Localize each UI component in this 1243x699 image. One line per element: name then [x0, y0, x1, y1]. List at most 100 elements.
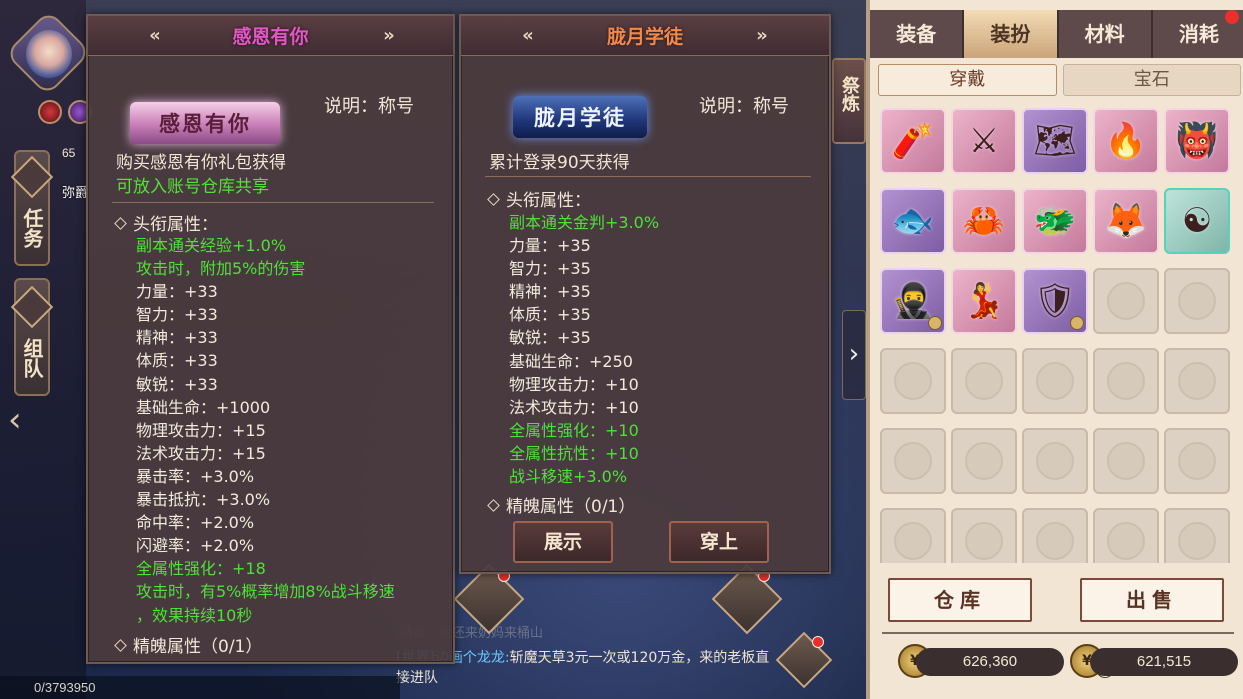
- attribute-row: 力量：+33: [136, 282, 218, 302]
- description-label: 说明：称号: [324, 96, 414, 117]
- lock-icon: [1070, 316, 1084, 330]
- attribute-row: 全属性强化：+18: [136, 559, 266, 579]
- obtain-method: 购买感恩有你礼包获得: [116, 153, 286, 173]
- warrior-costume-icon: 🥷: [891, 281, 935, 321]
- inventory-subtabs: 穿戴 宝石: [878, 64, 1241, 98]
- fox-spirit-icon: 🦊: [1104, 201, 1148, 241]
- diamond-bullet-icon: [114, 638, 127, 652]
- attribute-row: 物理攻击力：+10: [509, 374, 639, 394]
- empty-inventory-slot[interactable]: [1164, 508, 1230, 563]
- buff-icon[interactable]: [38, 100, 62, 124]
- notification-dot: [812, 636, 824, 648]
- inventory-slot[interactable]: 👹: [1164, 108, 1230, 174]
- attribute-row: 法术攻击力：+15: [136, 443, 266, 463]
- attribute-row: 精神：+35: [509, 282, 591, 302]
- inventory-slot[interactable]: 🦀: [951, 188, 1017, 254]
- sword-icon: ⚔: [968, 121, 1000, 161]
- inventory-slot[interactable]: 🦊: [1093, 188, 1159, 254]
- empty-inventory-slot[interactable]: [1093, 348, 1159, 414]
- divider: [112, 202, 434, 203]
- subtab-wear[interactable]: 穿戴: [878, 64, 1057, 96]
- inventory-slot[interactable]: 💃: [951, 268, 1017, 334]
- empty-inventory-slot[interactable]: [1164, 428, 1230, 494]
- tab-materials[interactable]: 材料: [1058, 10, 1153, 58]
- inventory-slot[interactable]: ☯: [1164, 188, 1230, 254]
- inventory-slot[interactable]: 🔥: [1093, 108, 1159, 174]
- diamond-bullet-icon: [487, 498, 500, 512]
- attribute-row: 精神：+33: [136, 328, 218, 348]
- status-bar: 0/3793950: [0, 676, 400, 699]
- silver-amount: 621,515: [1090, 648, 1238, 676]
- refine-tab[interactable]: 祭炼: [832, 58, 866, 144]
- gold-amount: 626,360: [916, 648, 1064, 676]
- show-button[interactable]: 展示: [513, 521, 613, 563]
- team-tab-label: 组队: [20, 338, 44, 378]
- inventory-slot[interactable]: 🗺: [1022, 108, 1088, 174]
- oni-mask-icon: 👹: [1175, 121, 1219, 161]
- inventory-slot[interactable]: 🥷: [880, 268, 946, 334]
- empty-inventory-slot[interactable]: [951, 508, 1017, 563]
- attribute-row: 暴击率：+3.0%: [136, 466, 255, 486]
- attribute-row: 物理攻击力：+15: [136, 420, 266, 440]
- empty-inventory-slot[interactable]: [951, 428, 1017, 494]
- quest-tab[interactable]: 任务: [10, 150, 54, 266]
- attribute-row: 基础生命：+250: [509, 351, 633, 371]
- empty-inventory-slot[interactable]: [1093, 268, 1159, 334]
- empty-inventory-slot[interactable]: [951, 348, 1017, 414]
- empty-inventory-slot[interactable]: [1022, 348, 1088, 414]
- attribute-row: ，效果持续10秒: [136, 605, 253, 625]
- empty-inventory-slot[interactable]: [1022, 428, 1088, 494]
- collapse-arrow-icon[interactable]: ‹: [8, 400, 34, 440]
- inventory-slot[interactable]: 🐲: [1022, 188, 1088, 254]
- attribute-row: 暴击抵抗：+3.0%: [136, 490, 271, 510]
- soul-section-title: 精魄属性（0/1）: [487, 492, 635, 517]
- expand-arrow-icon[interactable]: ›: [842, 310, 866, 400]
- inventory-slot[interactable]: ⚔: [951, 108, 1017, 174]
- player-avatar[interactable]: [26, 30, 72, 78]
- team-flag-icon: [10, 285, 54, 329]
- lock-icon: [928, 316, 942, 330]
- title-tooltip-left: « 感恩有你 » 感恩有你 说明：称号 购买感恩有你礼包获得 可放入账号仓库共享…: [86, 14, 455, 664]
- sell-button[interactable]: 出售: [1080, 578, 1224, 622]
- attribute-section-label: 头衔属性：: [133, 215, 218, 235]
- tooltip-header: « 胧月学徒 »: [461, 16, 829, 56]
- yin-orb-icon: ☯: [1181, 201, 1213, 241]
- empty-inventory-slot[interactable]: [880, 348, 946, 414]
- inventory-panel: 装备 装扮 材料 消耗 穿戴 宝石 🧨 ⚔ 🗺 🔥 👹 🐟 🦀 🐲 🦊 ☯ 🥷 💃 🛡 仓库 出售 ¥ …: [866, 0, 1243, 699]
- player-name: 弥爵: [62, 186, 89, 201]
- warehouse-button[interactable]: 仓库: [888, 578, 1032, 622]
- wear-button[interactable]: 穿上: [669, 521, 769, 563]
- diamond-bullet-icon: [114, 216, 127, 230]
- refine-tab-label: 祭炼: [839, 76, 860, 112]
- empty-inventory-slot[interactable]: [1093, 508, 1159, 563]
- inventory-slot[interactable]: 🐟: [880, 188, 946, 254]
- subtab-gems[interactable]: 宝石: [1062, 64, 1241, 96]
- tab-costume[interactable]: 装扮: [964, 10, 1059, 58]
- attribute-row: 体质：+35: [509, 305, 591, 325]
- attribute-row: 敏锐：+33: [136, 374, 218, 394]
- title-banner: 胧月学徒: [513, 96, 647, 138]
- empty-inventory-slot[interactable]: [1164, 268, 1230, 334]
- inventory-tabs: 装备 装扮 材料 消耗: [870, 10, 1243, 58]
- attribute-row: 战斗移速+3.0%: [509, 467, 628, 487]
- quest-tab-label: 任务: [20, 208, 44, 248]
- empty-inventory-slot[interactable]: [880, 428, 946, 494]
- empty-inventory-slot[interactable]: [1022, 508, 1088, 563]
- empty-inventory-slot[interactable]: [1093, 428, 1159, 494]
- empty-inventory-slot[interactable]: [880, 508, 946, 563]
- team-tab[interactable]: 组队: [10, 278, 54, 396]
- tab-equipment[interactable]: 装备: [870, 10, 965, 58]
- title-tooltip-right: « 胧月学徒 » 胧月学徒 说明：称号 累计登录90天获得 头衔属性： 副本通关…: [459, 14, 831, 574]
- attribute-row: 攻击时，附加5%的伤害: [136, 259, 306, 279]
- notification-dot: [1225, 10, 1239, 24]
- inventory-slot[interactable]: 🛡: [1022, 268, 1088, 334]
- next-title-icon[interactable]: »: [378, 25, 400, 47]
- next-title-icon[interactable]: »: [751, 25, 773, 47]
- soul-section-label: 精魄属性（0/1）: [133, 637, 263, 657]
- inventory-slot[interactable]: 🧨: [880, 108, 946, 174]
- obtain-method: 累计登录90天获得: [489, 153, 630, 173]
- share-note: 可放入账号仓库共享: [116, 177, 269, 197]
- attribute-row: 敏锐：+35: [509, 328, 591, 348]
- empty-inventory-slot[interactable]: [1164, 348, 1230, 414]
- attribute-row: 攻击时，有5%概率增加8%战斗移速: [136, 582, 395, 602]
